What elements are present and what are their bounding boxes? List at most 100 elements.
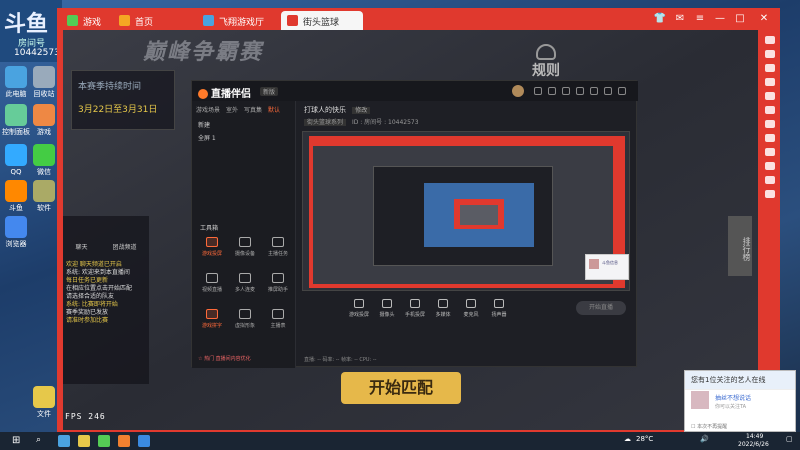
tool-button[interactable]: 视频直播 xyxy=(198,273,226,301)
sidebar-icon[interactable] xyxy=(764,50,775,58)
close-icon[interactable]: ✕ xyxy=(757,12,771,26)
tool-button[interactable]: 主播表 xyxy=(264,309,292,337)
tool-label: 视频直播 xyxy=(201,287,222,293)
tool-button[interactable]: 多人连麦 xyxy=(231,273,259,301)
scene-tab[interactable]: 游戏场景 xyxy=(196,105,220,114)
scene-tab[interactable]: 室外 xyxy=(226,105,238,114)
sidebar-icon[interactable] xyxy=(764,36,775,44)
clock-date[interactable]: 2022/6/26 xyxy=(738,441,769,448)
taskview-icon[interactable] xyxy=(58,435,70,447)
douyu-badge: 斗鱼 房间号 10442573 xyxy=(0,0,62,62)
tab-game-hall[interactable]: 飞翔游戏厅 xyxy=(197,11,279,30)
sidebar-icon[interactable] xyxy=(764,120,775,128)
scene-tab-active[interactable]: 默认 xyxy=(268,105,280,114)
control-label: 手机投屏 xyxy=(404,312,425,318)
follow-notification[interactable]: 您有1位关注的艺人在线 抽丝不想说话 你可以关注TA ☐ 本次不再提醒 xyxy=(684,370,796,432)
minimize-icon[interactable] xyxy=(604,87,612,95)
tool-button[interactable]: 游戏拼字 xyxy=(198,309,226,337)
message-icon[interactable]: ✉ xyxy=(673,12,687,26)
avatar[interactable] xyxy=(512,85,524,97)
desktop-icon[interactable]: 控制面板 xyxy=(2,104,30,148)
weather-icon[interactable]: ☁ xyxy=(624,435,631,443)
maximize-icon[interactable]: □ xyxy=(733,12,747,26)
skin-icon[interactable]: 👕 xyxy=(653,12,667,26)
app-taskbar-icon[interactable] xyxy=(138,435,150,447)
ranking-button[interactable]: 排行榜 xyxy=(728,216,752,276)
tool-button[interactable]: 主播任务 xyxy=(264,237,292,265)
chat-tab[interactable]: 聊天 xyxy=(75,242,87,251)
sidebar-icon[interactable] xyxy=(764,106,775,114)
settings-icon[interactable] xyxy=(590,87,598,95)
desktop-icon-label: 游戏 xyxy=(37,128,51,136)
volume-icon[interactable]: 🔊 xyxy=(700,435,709,443)
temperature[interactable]: 28°C xyxy=(636,435,653,443)
browser-taskbar-icon[interactable] xyxy=(98,435,110,447)
close-icon[interactable] xyxy=(618,87,626,95)
tab-street-basketball[interactable]: 街头篮球 xyxy=(281,11,363,30)
tool-label: 游戏投屏 xyxy=(201,251,222,257)
scene-tab[interactable]: 写真集 xyxy=(244,105,262,114)
control-button[interactable]: 麦克风 xyxy=(456,299,486,318)
minimize-icon[interactable]: — xyxy=(713,12,727,26)
control-button[interactable]: 扬声器 xyxy=(484,299,514,318)
sidebar-icon[interactable] xyxy=(764,78,775,86)
category-tag[interactable]: 街头篮球系列 xyxy=(304,119,347,126)
rules-label: 规则 xyxy=(532,63,560,79)
desktop-icon[interactable]: 软件 xyxy=(30,180,58,224)
start-match-button[interactable]: 开始匹配 xyxy=(341,372,461,404)
dont-remind-label: 本次不再提醒 xyxy=(697,424,728,430)
chat-icon[interactable] xyxy=(562,87,570,95)
stream-preview: 斗鱼信息 xyxy=(302,131,630,291)
mail-icon[interactable] xyxy=(548,87,556,95)
control-button[interactable]: 摄像头 xyxy=(372,299,402,318)
tool-button[interactable]: 虚拟形象 xyxy=(231,309,259,337)
scene-item[interactable]: 全屏 1 xyxy=(192,131,295,144)
browser-logo[interactable]: 游戏中心 xyxy=(61,11,109,41)
tool-label: 游戏拼字 xyxy=(201,323,222,329)
desktop-icon[interactable]: 浏览器 xyxy=(2,216,30,260)
tool-label: 多人连麦 xyxy=(234,287,255,293)
control-icon xyxy=(410,299,420,308)
user-icon[interactable] xyxy=(576,87,584,95)
scene-item[interactable]: 新建 xyxy=(192,118,295,131)
tool-label: 主播任务 xyxy=(267,251,288,257)
sidebar-icon[interactable] xyxy=(764,148,775,156)
gift-icon[interactable] xyxy=(534,87,542,95)
chat-tabs: 聊天 团战频道 xyxy=(63,216,149,251)
preview-recursive xyxy=(454,199,504,229)
desktop-icon[interactable]: 游戏 xyxy=(30,104,58,148)
tool-button[interactable]: 摄像设备 xyxy=(231,237,259,265)
edit-title-button[interactable]: 修改 xyxy=(352,107,371,114)
clock-time[interactable]: 14:49 xyxy=(746,433,763,440)
tool-button[interactable]: 推屏助手 xyxy=(264,273,292,301)
control-button[interactable]: 手机投屏 xyxy=(400,299,430,318)
menu-icon[interactable]: ≡ xyxy=(693,12,707,26)
douyu-taskbar-icon[interactable] xyxy=(118,435,130,447)
tab-label: 街头篮球 xyxy=(303,18,340,28)
desktop-icon-label: 控制面板 xyxy=(2,128,30,136)
sidebar-icon[interactable] xyxy=(764,64,775,72)
start-live-button[interactable]: 开始直播 xyxy=(576,301,626,315)
chat-message: 系统: 欢迎来到本直播间 xyxy=(66,269,130,276)
search-icon[interactable]: ⌕ xyxy=(36,435,48,447)
sidebar-icon[interactable] xyxy=(764,176,775,184)
tab-home[interactable]: 首页 xyxy=(113,11,195,30)
sidebar-icon[interactable] xyxy=(764,162,775,170)
sidebar-icon[interactable] xyxy=(764,92,775,100)
chat-tab[interactable]: 团战频道 xyxy=(112,242,136,251)
dont-remind-checkbox[interactable]: ☐ 本次不再提醒 xyxy=(691,423,727,430)
desktop-icon[interactable]: 文件 xyxy=(30,386,58,430)
notification-center-icon[interactable]: ▢ xyxy=(786,435,793,443)
app-icon xyxy=(33,144,55,166)
tool-button[interactable]: 游戏投屏 xyxy=(198,237,226,265)
hot-hint[interactable]: ☆ 热门 直播间内容优化 xyxy=(198,355,251,362)
rules-button[interactable]: 规则 xyxy=(518,44,574,84)
sidebar-icon[interactable] xyxy=(764,134,775,142)
windows-start-icon[interactable]: ⊞ xyxy=(12,435,24,447)
file-explorer-icon[interactable] xyxy=(78,435,90,447)
notification-name[interactable]: 抽丝不想说话 xyxy=(715,393,751,402)
sidebar-icon[interactable] xyxy=(764,190,775,198)
control-button[interactable]: 多媒体 xyxy=(428,299,458,318)
control-button[interactable]: 游戏投屏 xyxy=(344,299,374,318)
season-dates: 3月22日至3月31日 xyxy=(78,105,158,115)
